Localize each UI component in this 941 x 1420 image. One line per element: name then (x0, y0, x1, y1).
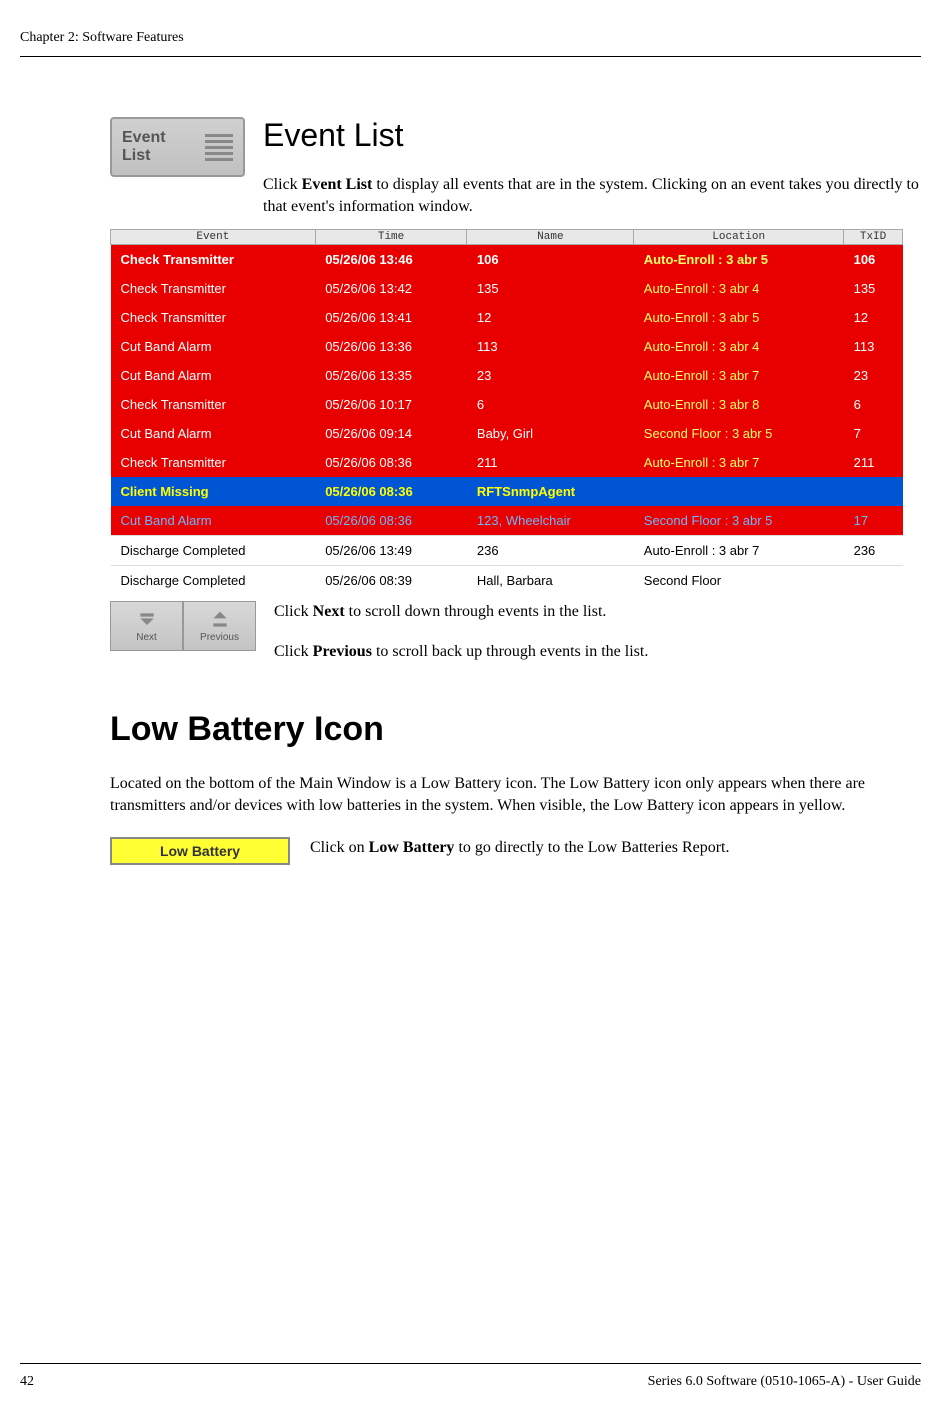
table-cell: Auto-Enroll : 3 abr 5 (634, 245, 844, 275)
section-intro: Click Event List to display all events t… (263, 174, 921, 217)
chapter-label: Chapter 2: Software Features (20, 30, 184, 45)
table-cell: 23 (844, 361, 903, 390)
table-cell: Auto-Enroll : 3 abr 7 (634, 361, 844, 390)
column-header[interactable]: Name (467, 230, 634, 245)
page-header: Chapter 2: Software Features (20, 30, 921, 57)
table-row[interactable]: Check Transmitter05/26/06 13:4112Auto-En… (111, 303, 903, 332)
table-cell: 211 (844, 448, 903, 477)
low-battery-heading: Low Battery Icon (110, 710, 921, 749)
table-cell: 113 (467, 332, 634, 361)
table-cell: 6 (467, 390, 634, 419)
next-instruction: Click Next to scroll down through events… (274, 601, 921, 623)
table-cell: 211 (467, 448, 634, 477)
table-row[interactable]: Check Transmitter05/26/06 13:46106Auto-E… (111, 245, 903, 275)
table-cell: 113 (844, 332, 903, 361)
table-cell: Auto-Enroll : 3 abr 8 (634, 390, 844, 419)
table-row[interactable]: Cut Band Alarm05/26/06 13:36113Auto-Enro… (111, 332, 903, 361)
table-cell: 106 (844, 245, 903, 275)
table-cell: Client Missing (111, 477, 316, 506)
table-cell: Check Transmitter (111, 390, 316, 419)
table-cell: 05/26/06 13:46 (315, 245, 467, 275)
table-cell: Hall, Barbara (467, 566, 634, 596)
column-header[interactable]: TxID (844, 230, 903, 245)
column-header[interactable]: Event (111, 230, 316, 245)
previous-instruction: Click Previous to scroll back up through… (274, 641, 921, 663)
table-cell: 05/26/06 13:35 (315, 361, 467, 390)
table-cell (634, 477, 844, 506)
table-row[interactable]: Check Transmitter05/26/06 13:42135Auto-E… (111, 274, 903, 303)
table-row[interactable]: Cut Band Alarm05/26/06 08:36123, Wheelch… (111, 506, 903, 536)
next-button[interactable]: Next (110, 601, 183, 651)
table-cell: 106 (467, 245, 634, 275)
table-cell: 05/26/06 13:42 (315, 274, 467, 303)
table-cell: Auto-Enroll : 3 abr 7 (634, 448, 844, 477)
list-lines-icon (205, 134, 233, 161)
table-cell: Auto-Enroll : 3 abr 4 (634, 274, 844, 303)
event-list-button-line1: Event (122, 129, 166, 146)
table-cell: Check Transmitter (111, 448, 316, 477)
table-cell: Second Floor : 3 abr 5 (634, 419, 844, 448)
table-cell: Cut Band Alarm (111, 506, 316, 536)
table-row[interactable]: Client Missing05/26/06 08:36RFTSnmpAgent (111, 477, 903, 506)
event-list-button-line2: List (122, 147, 150, 164)
down-arrow-icon (137, 610, 157, 630)
table-cell (844, 477, 903, 506)
table-cell: 236 (844, 536, 903, 566)
table-cell: 12 (844, 303, 903, 332)
table-cell: Check Transmitter (111, 245, 316, 275)
table-cell: 05/26/06 09:14 (315, 419, 467, 448)
table-cell: Auto-Enroll : 3 abr 7 (634, 536, 844, 566)
section-title: Event List (263, 117, 921, 154)
table-cell: Check Transmitter (111, 274, 316, 303)
table-cell (844, 566, 903, 596)
table-cell: Discharge Completed (111, 566, 316, 596)
table-cell: 05/26/06 10:17 (315, 390, 467, 419)
table-cell: Cut Band Alarm (111, 332, 316, 361)
table-cell: 05/26/06 13:36 (315, 332, 467, 361)
table-cell: 23 (467, 361, 634, 390)
table-cell: 05/26/06 08:39 (315, 566, 467, 596)
doc-title: Series 6.0 Software (0510-1065-A) - User… (648, 1374, 921, 1390)
table-cell: 05/26/06 08:36 (315, 448, 467, 477)
table-row[interactable]: Discharge Completed05/26/06 13:49236Auto… (111, 536, 903, 566)
event-list-button[interactable]: Event List (110, 117, 245, 177)
table-cell: 6 (844, 390, 903, 419)
table-cell: Cut Band Alarm (111, 419, 316, 448)
table-cell: RFTSnmpAgent (467, 477, 634, 506)
table-cell: Auto-Enroll : 3 abr 4 (634, 332, 844, 361)
previous-button[interactable]: Previous (183, 601, 256, 651)
up-arrow-icon (210, 610, 230, 630)
table-cell: 05/26/06 13:41 (315, 303, 467, 332)
table-cell: 135 (844, 274, 903, 303)
column-header[interactable]: Location (634, 230, 844, 245)
table-row[interactable]: Check Transmitter05/26/06 08:36211Auto-E… (111, 448, 903, 477)
event-table: EventTimeNameLocationTxID Check Transmit… (110, 229, 903, 595)
table-row[interactable]: Cut Band Alarm05/26/06 09:14Baby, GirlSe… (111, 419, 903, 448)
table-cell: 135 (467, 274, 634, 303)
low-battery-paragraph: Located on the bottom of the Main Window… (110, 773, 903, 816)
table-cell: 05/26/06 08:36 (315, 477, 467, 506)
table-cell: Second Floor : 3 abr 5 (634, 506, 844, 536)
table-cell: Check Transmitter (111, 303, 316, 332)
table-cell: Second Floor (634, 566, 844, 596)
table-cell: 05/26/06 08:36 (315, 506, 467, 536)
table-cell: Cut Band Alarm (111, 361, 316, 390)
table-cell: 05/26/06 13:49 (315, 536, 467, 566)
page-number: 42 (20, 1374, 34, 1390)
table-cell: 17 (844, 506, 903, 536)
page-footer: 42 Series 6.0 Software (0510-1065-A) - U… (20, 1363, 921, 1390)
low-battery-instruction: Click on Low Battery to go directly to t… (310, 837, 729, 859)
table-cell: 123, Wheelchair (467, 506, 634, 536)
table-cell: 7 (844, 419, 903, 448)
table-row[interactable]: Discharge Completed05/26/06 08:39Hall, B… (111, 566, 903, 596)
table-cell: Auto-Enroll : 3 abr 5 (634, 303, 844, 332)
table-cell: Discharge Completed (111, 536, 316, 566)
column-header[interactable]: Time (315, 230, 467, 245)
table-row[interactable]: Check Transmitter05/26/06 10:176Auto-Enr… (111, 390, 903, 419)
table-cell: 236 (467, 536, 634, 566)
low-battery-button[interactable]: Low Battery (110, 837, 290, 865)
table-cell: 12 (467, 303, 634, 332)
table-row[interactable]: Cut Band Alarm05/26/06 13:3523Auto-Enrol… (111, 361, 903, 390)
table-cell: Baby, Girl (467, 419, 634, 448)
